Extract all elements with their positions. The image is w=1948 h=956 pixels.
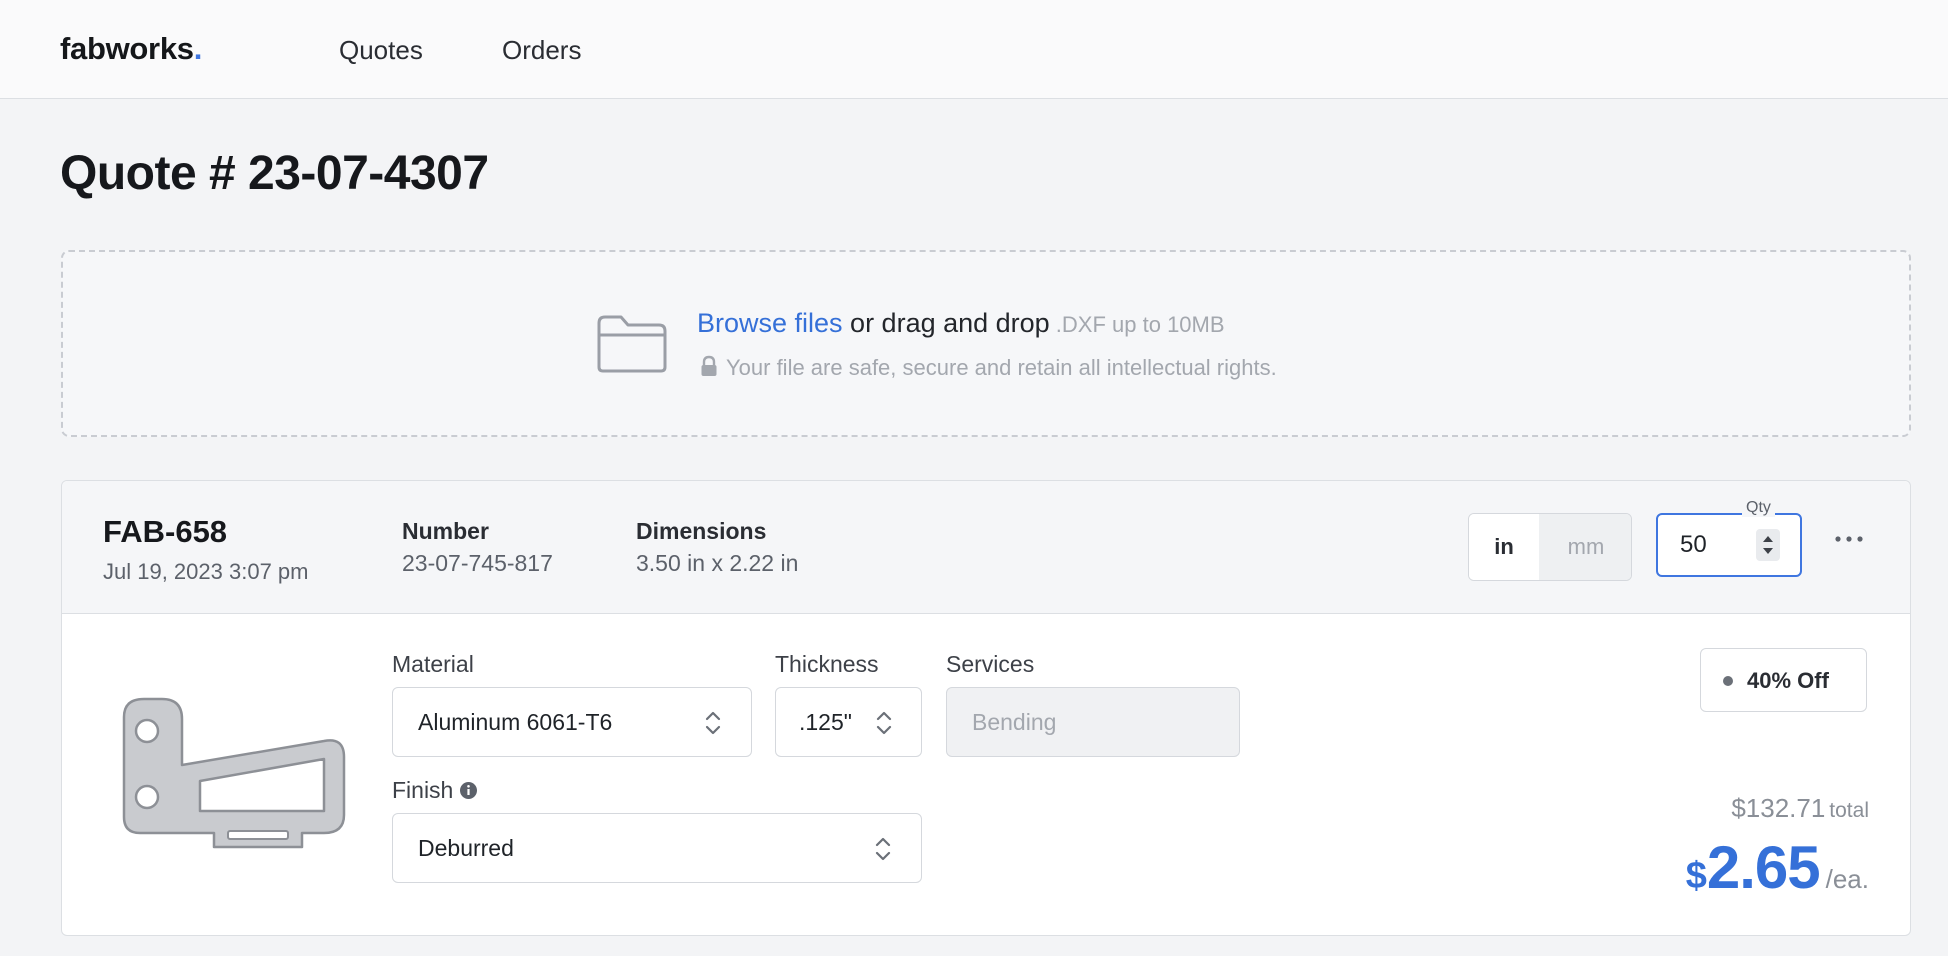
thickness-value: .125" (799, 709, 852, 735)
price-currency: $ (1685, 855, 1707, 897)
more-options-icon[interactable] (1832, 529, 1866, 549)
discount-dot-icon (1723, 676, 1733, 686)
lock-icon (701, 355, 717, 376)
qty-label: Qty (1742, 499, 1775, 517)
unit-in-option[interactable]: in (1469, 514, 1539, 580)
part-date: Jul 19, 2023 3:07 pm (103, 559, 309, 584)
discount-badge[interactable]: 40% Off (1700, 648, 1867, 712)
total-amount: $132.71 (1731, 793, 1826, 823)
dimensions-label: Dimensions (636, 518, 767, 544)
dimensions-value: 3.50 in x 2.22 in (636, 550, 799, 576)
part-preview-image (122, 697, 346, 849)
thickness-label: Thickness (775, 651, 879, 677)
material-select[interactable]: Aluminum 6061-T6 (392, 687, 752, 757)
price-value: 2.65 (1706, 834, 1821, 901)
browse-files-link[interactable]: Browse files (697, 308, 843, 338)
part-card-header: FAB-658 Jul 19, 2023 3:07 pm Number 23-0… (62, 481, 1910, 614)
finish-select[interactable]: Deburred (392, 813, 922, 883)
select-caret-icon (705, 711, 721, 735)
material-value: Aluminum 6061-T6 (418, 709, 613, 735)
nav-link-quotes[interactable]: Quotes (339, 35, 423, 66)
unit-price: $2.65/ea. (1686, 833, 1869, 902)
drag-drop-text: or drag and drop (842, 308, 1050, 338)
stepper-arrows-icon (1763, 536, 1773, 554)
services-label: Services (946, 651, 1035, 677)
select-caret-icon (876, 711, 892, 735)
price-suffix: /ea. (1825, 864, 1869, 894)
brand-logo[interactable]: fabworks. (60, 31, 202, 67)
number-label: Number (402, 518, 489, 544)
finish-label-text: Finish (392, 777, 454, 803)
part-card: FAB-658 Jul 19, 2023 3:07 pm Number 23-0… (61, 480, 1911, 936)
material-label: Material (392, 651, 474, 677)
brand-name: fabworks (60, 31, 194, 66)
total-suffix: total (1829, 799, 1869, 822)
info-icon[interactable] (459, 781, 478, 800)
file-type-hint: .DXF up to 10MB (1049, 312, 1225, 337)
total-price: $132.71 total (1731, 793, 1869, 824)
thickness-select[interactable]: .125" (775, 687, 922, 757)
file-dropzone[interactable]: Browse files or drag and drop .DXF up to… (61, 250, 1911, 437)
unit-toggle: in mm (1468, 513, 1632, 581)
qty-input[interactable]: 50 (1680, 531, 1707, 559)
top-nav: fabworks. Quotes Orders (0, 0, 1948, 99)
part-id: FAB-658 (103, 514, 228, 549)
unit-mm-option[interactable]: mm (1539, 514, 1631, 580)
discount-text: 40% Off (1747, 668, 1829, 693)
brand-dot: . (193, 31, 203, 66)
services-select[interactable]: Bending (946, 687, 1240, 757)
select-caret-icon (875, 837, 891, 861)
qty-stepper-arrows[interactable] (1756, 529, 1780, 561)
finish-value: Deburred (418, 835, 514, 861)
nav-link-orders[interactable]: Orders (502, 35, 581, 66)
number-value: 23-07-745-817 (402, 550, 553, 576)
quantity-stepper[interactable]: Qty 50 (1656, 499, 1802, 577)
finish-label: Finish (392, 777, 478, 804)
folder-icon (597, 315, 667, 373)
security-note: Your file are safe, secure and retain al… (726, 355, 1277, 380)
services-placeholder: Bending (972, 709, 1057, 735)
page-title: Quote # 23-07-4307 (60, 147, 489, 200)
